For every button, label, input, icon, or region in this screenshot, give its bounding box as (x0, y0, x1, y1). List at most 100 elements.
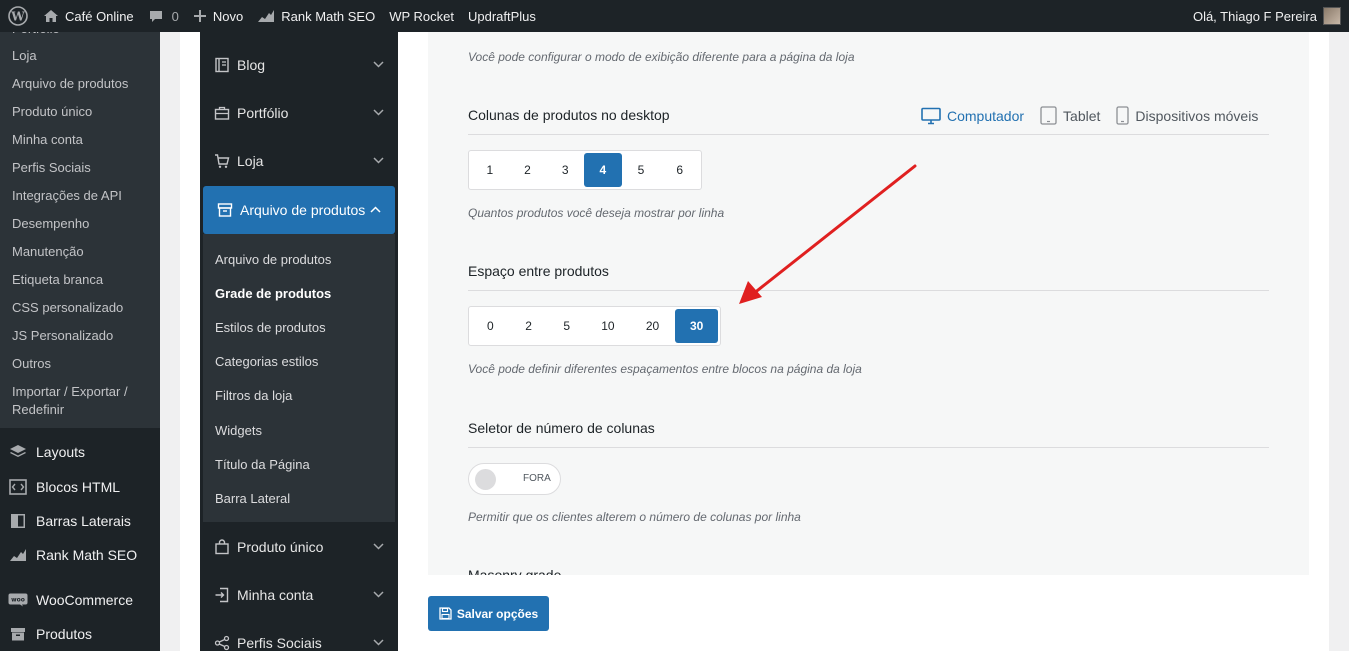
device-label-desktop: Computador (947, 107, 1025, 124)
subnav-item-categorias[interactable]: Categorias estilos (215, 354, 318, 369)
nav-section-blog[interactable]: Blog (200, 41, 398, 89)
menu-item-rank-math[interactable]: Rank Math SEO (0, 538, 160, 572)
nav-section-perfis[interactable]: Perfis Sociais (200, 619, 398, 651)
comments-link[interactable]: 0 (141, 0, 186, 32)
nav-section-portfolio[interactable]: Portfólio (200, 89, 398, 137)
submenu-item-js[interactable]: JS Personalizado (0, 322, 160, 350)
toggle-state: FORA (523, 473, 551, 484)
column-option-2[interactable]: 2 (509, 153, 547, 187)
submenu-item-perfis[interactable]: Perfis Sociais (0, 154, 160, 182)
new-label: Novo (212, 8, 244, 24)
subnav-item-titulo[interactable]: Título da Página (215, 457, 310, 472)
submenu-item-api[interactable]: Integrações de API (0, 182, 160, 210)
wp-rocket-link[interactable]: WP Rocket (382, 0, 461, 32)
save-options-button[interactable]: Salvar opções (428, 596, 549, 631)
subnav-item-widgets[interactable]: Widgets (215, 423, 262, 438)
comment-count: 0 (171, 8, 179, 24)
column-option-1[interactable]: 1 (471, 153, 509, 187)
rank-math-link[interactable]: Rank Math SEO (250, 0, 382, 32)
cart-icon (214, 153, 232, 169)
spacing-option-5[interactable]: 5 (547, 309, 586, 343)
submenu-item-redefinir[interactable]: Redefinir (0, 401, 160, 424)
chevron-down-icon (373, 155, 384, 167)
device-switcher: Computador Tablet Dispositivos móveis (921, 106, 1274, 125)
menu-item-woocommerce[interactable]: woo WooCommerce (0, 583, 160, 617)
submenu-item-arquivo[interactable]: Arquivo de produtos (0, 70, 160, 98)
nav-section-arquivo[interactable]: Arquivo de produtos (203, 186, 395, 234)
archive-box-icon (217, 202, 235, 218)
spacing-option-10[interactable]: 10 (586, 309, 630, 343)
updraft-label: UpdraftPlus (467, 8, 536, 24)
submenu-item-importar[interactable]: Importar / Exportar / (0, 378, 160, 401)
submenu-item-desempenho[interactable]: Desempenho (0, 210, 160, 238)
comment-icon (148, 8, 164, 24)
subnav-item-filtros[interactable]: Filtros da loja (215, 388, 292, 403)
submenu-item-loja[interactable]: Loja (0, 42, 160, 70)
nav-section-produto-unico[interactable]: Produto único (200, 523, 398, 571)
device-desktop[interactable]: Computador (921, 107, 1024, 125)
options-nav: Blog Portfólio Loja Arquivo de produtos (200, 32, 398, 651)
toggle-knob (475, 469, 496, 490)
menu-item-barras[interactable]: Barras Laterais (0, 504, 160, 538)
subnav-item-grade[interactable]: Grade de produtos (215, 286, 331, 301)
device-label-tablet: Tablet (1063, 107, 1101, 124)
submenu-item-produto-unico[interactable]: Produto único (0, 98, 160, 126)
updraft-link[interactable]: UpdraftPlus (461, 0, 543, 32)
nav-section-minha-conta[interactable]: Minha conta (200, 571, 398, 619)
spacing-selector: 0 2 5 10 20 30 (468, 306, 721, 346)
spacing-option-2[interactable]: 2 (510, 309, 548, 343)
svg-text:woo: woo (11, 597, 25, 604)
device-mobile[interactable]: Dispositivos móveis (1116, 106, 1258, 125)
rank-math-label: Rank Math SEO (281, 8, 376, 24)
menu-label-layouts: Layouts (36, 444, 86, 460)
rank-math-icon (0, 548, 36, 562)
wordpress-logo-icon[interactable]: W (0, 0, 36, 32)
subnav-item-arquivo[interactable]: Arquivo de produtos (215, 252, 331, 267)
admin-bar: W Café Online 0 Novo Rank Math SEO WP Ro… (0, 0, 1349, 32)
menu-item-layouts[interactable]: Layouts (0, 435, 160, 469)
submenu-item-css[interactable]: CSS personalizado (0, 294, 160, 322)
submenu-item-portfolio[interactable]: Portfólio (0, 32, 160, 42)
chevron-down-icon (373, 107, 384, 119)
column-option-4[interactable]: 4 (584, 153, 622, 187)
submenu-item-etiqueta[interactable]: Etiqueta branca (0, 266, 160, 294)
subnav-item-estilos[interactable]: Estilos de produtos (215, 320, 326, 335)
save-icon (439, 607, 452, 620)
chevron-down-icon (373, 59, 384, 71)
divider (468, 290, 1269, 291)
masonry-label: Masonry grade (468, 567, 562, 575)
new-content-link[interactable]: Novo (186, 0, 250, 32)
spacing-option-20[interactable]: 20 (630, 309, 676, 343)
spacing-option-30[interactable]: 30 (675, 309, 718, 343)
submenu-item-minha-conta[interactable]: Minha conta (0, 126, 160, 154)
account-menu[interactable]: Olá, Thiago F Pereira (1186, 0, 1349, 32)
options-subnav: Arquivo de produtos Grade de produtos Es… (203, 234, 395, 522)
column-option-6[interactable]: 6 (660, 153, 699, 187)
column-switch-toggle[interactable]: FORA (468, 463, 561, 495)
columns-label: Colunas de produtos no desktop (468, 107, 670, 123)
nav-label-portfolio: Portfólio (237, 105, 289, 121)
archive-icon (0, 626, 36, 642)
spacing-option-0[interactable]: 0 (471, 309, 510, 343)
menu-label-barras: Barras Laterais (36, 513, 131, 529)
layers-icon (0, 444, 36, 460)
submenu-item-outros[interactable]: Outros (0, 350, 160, 378)
submenu-item-manutencao[interactable]: Manutenção (0, 238, 160, 266)
menu-item-blocos-html[interactable]: Blocos HTML (0, 470, 160, 504)
nav-section-loja[interactable]: Loja (200, 137, 398, 185)
greeting: Olá, Thiago F Pereira (1192, 8, 1317, 24)
subnav-item-barra[interactable]: Barra Lateral (215, 491, 290, 506)
spacing-help: Você pode definir diferentes espaçamento… (468, 362, 862, 376)
plus-icon (193, 9, 207, 23)
columns-help: Quantos produtos você deseja mostrar por… (468, 206, 725, 220)
shop-view-help: Você pode configurar o modo de exibição … (468, 50, 855, 64)
site-name-link[interactable]: Café Online (36, 0, 141, 32)
spacing-label: Espaço entre produtos (468, 263, 609, 279)
nav-label-minha-conta: Minha conta (237, 587, 314, 603)
column-option-3[interactable]: 3 (546, 153, 584, 187)
sidebar-icon (0, 513, 36, 529)
column-option-5[interactable]: 5 (622, 153, 661, 187)
menu-item-produtos[interactable]: Produtos (0, 617, 160, 651)
device-tablet[interactable]: Tablet (1040, 106, 1100, 125)
admin-submenu: Portfólio Loja Arquivo de produtos Produ… (0, 32, 160, 428)
